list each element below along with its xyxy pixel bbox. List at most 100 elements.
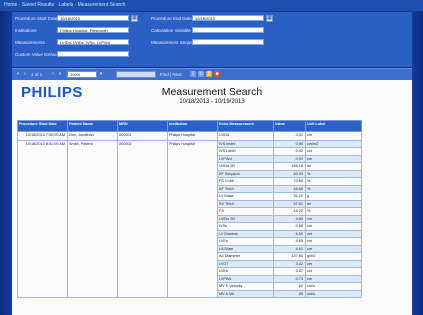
measurement-name-cell: IVS Index	[217, 139, 274, 148]
measurement-unit-cell: ml	[305, 199, 362, 208]
measurement-table: Procedure Start Date Patient Name MRN In…	[17, 120, 362, 298]
measurement-name-cell: LVPWd	[217, 154, 274, 163]
measurement-name-cell: EF Simpson	[217, 169, 274, 178]
table-row: 10/18/2013 8:51:00 AM Smith, Patient 00000…	[17, 139, 362, 298]
record-date-cell: 10/18/2013 7:52:00 AM	[17, 131, 68, 141]
record-institution-cell: Philips Hospital	[167, 131, 218, 141]
measurement-value-cell: 16.22	[273, 207, 306, 216]
measurement-sequence-input[interactable]	[192, 39, 264, 45]
record-institution-cell: Philips Hospital	[167, 139, 218, 298]
measurement-name-cell: MV E Velocity	[217, 282, 274, 291]
calculation-variable-input[interactable]	[192, 27, 264, 33]
philips-logo: PHILIPS	[21, 84, 83, 101]
record-patient-cell: Doe, Jonathan	[67, 131, 118, 141]
measurement-name-cell: SV Teich	[217, 199, 274, 208]
measurement-name-cell: LVPWs	[217, 274, 274, 283]
zoom-select[interactable]: 100%	[67, 71, 97, 78]
breadcrumb[interactable]: Home · Saved Results · Labels · Measurem…	[0, 0, 423, 11]
institutions-input[interactable]: Philips Hospital, Pittsburgh	[57, 27, 129, 33]
measurement-name-cell: FS	[217, 207, 274, 216]
measurement-value-cell: 4.41	[273, 131, 306, 141]
measurement-unit-cell: cm	[305, 229, 362, 238]
measurement-unit-cell: %	[305, 169, 362, 178]
measurement-name-cell: LVIDd 2D	[217, 162, 274, 171]
measurement-value-cell: 4.65	[273, 237, 306, 246]
measurement-value-cell: 3.42	[273, 259, 306, 268]
refresh-icon[interactable]: ↻	[198, 71, 204, 77]
record-mrn-cell: 000001	[117, 131, 168, 141]
measurement-unit-cell: cm	[305, 214, 362, 223]
measurement-unit-cell: cm	[305, 154, 362, 163]
measurement-value-cell: 3.87	[273, 267, 306, 276]
measurements-label: Measurements	[15, 40, 45, 45]
find-input[interactable]	[116, 71, 156, 78]
measurement-name-cell: EF Teich	[217, 184, 274, 193]
custom-value-extract-input[interactable]	[57, 51, 129, 57]
measurement-name-cell: Ao Diameter	[217, 252, 274, 261]
measurement-value-cell: 57.61	[273, 199, 306, 208]
measurement-unit-cell: cm	[305, 244, 362, 253]
procedure-end-date-input[interactable]: 10/19/2013	[192, 15, 264, 21]
measurement-name-cell: LVEs	[217, 237, 274, 246]
calculation-variable-label: Calculation Variable	[151, 28, 191, 33]
calendar-icon[interactable]: ▦	[266, 15, 273, 22]
measurement-name-cell: LA Diam	[217, 244, 274, 253]
measurement-unit-cell: cm	[305, 259, 362, 268]
column-header: Unit Label	[305, 120, 362, 132]
last-page-icon[interactable]: »	[57, 71, 63, 77]
measurement-value-cell: 165.18	[273, 162, 306, 171]
procedure-end-date-label: Procedure End Date	[151, 16, 192, 21]
print-icon[interactable]: ⎙	[206, 71, 212, 77]
measurement-unit-cell: cm	[305, 267, 362, 276]
previous-page-icon[interactable]: ‹	[22, 71, 28, 77]
measurement-unit-cell: cm	[305, 237, 362, 246]
find-next-links[interactable]: Find | Next	[160, 71, 182, 78]
measurement-name-cell: LVIDs 2D	[217, 214, 274, 223]
measurement-name-cell: LV Diastole	[217, 229, 274, 238]
measurement-value-cell: 0.92	[273, 147, 306, 156]
procedure-start-date-label: Procedure Start Date	[15, 16, 58, 21]
column-header: Value	[273, 120, 306, 132]
table-row: 10/18/2013 7:52:00 AM Doe, Jonathan 000001…	[17, 131, 362, 141]
measurement-value-cell: 4.91	[273, 244, 306, 253]
measurement-value-cell: 0.90	[273, 139, 306, 148]
measurement-value-cell: 4.59	[273, 214, 306, 223]
measurement-name-cell: LVIDd	[217, 131, 274, 141]
chevron-down-icon[interactable]: ▾	[98, 71, 104, 77]
report-date-range: 10/18/2013 - 10/19/2013	[179, 99, 245, 105]
measurement-unit-cell: cm/s	[305, 289, 362, 298]
page-indicator: 1 of 1	[31, 72, 43, 77]
custom-value-extract-label: Custom Value Extract	[15, 52, 59, 57]
app-window: Home · Saved Results · Labels · Measurem…	[0, 0, 423, 315]
first-page-icon[interactable]: «	[15, 71, 21, 77]
export-icon[interactable]: ⇩	[190, 71, 196, 77]
next-page-icon[interactable]: ›	[50, 71, 56, 77]
measurement-value-cell: 85	[273, 289, 306, 298]
measurement-name-cell: LVOT	[217, 259, 274, 268]
column-header: Patient Name	[67, 120, 118, 132]
search-filter-panel: Procedure Start Date 10/18/2013 ▦ Proced…	[12, 12, 412, 68]
measurement-name-cell: FS Cube	[217, 177, 274, 186]
measurement-value-cell: 46.65	[273, 184, 306, 193]
stop-icon[interactable]: ■	[214, 71, 220, 77]
calendar-icon[interactable]: ▦	[131, 15, 138, 22]
table-header-row: Procedure Start Date Patient Name MRN In…	[17, 120, 362, 132]
record-patient-cell: Smith, Patient	[67, 139, 118, 298]
report-page: PHILIPS Measurement Search 10/18/2013 - …	[12, 80, 412, 315]
procedure-start-date-input[interactable]: 10/18/2013	[57, 15, 129, 21]
measurement-value-cell: 137.85	[273, 252, 306, 261]
measurement-unit-cell: cm	[305, 222, 362, 231]
column-header: Echo Measurement	[217, 120, 274, 132]
column-header: Procedure Start Date	[17, 120, 68, 132]
institutions-label: Institutions	[15, 28, 37, 33]
measurement-value-cell: 70.66	[273, 177, 306, 186]
report-title: Measurement Search	[161, 86, 263, 98]
measurement-value-cell: 0.73	[273, 274, 306, 283]
record-mrn-cell: 000002	[117, 139, 168, 298]
measurement-value-cell: 62	[273, 282, 306, 291]
measurements-input[interactable]: LVIDd, LVIDs, IVSd, LVPWd	[57, 39, 129, 45]
measurement-value-cell: 0.88	[273, 222, 306, 231]
measurement-value-cell: 31.19	[273, 192, 306, 201]
measurement-unit-cell: %	[305, 207, 362, 216]
measurement-name-cell: IVS Label	[217, 147, 274, 156]
